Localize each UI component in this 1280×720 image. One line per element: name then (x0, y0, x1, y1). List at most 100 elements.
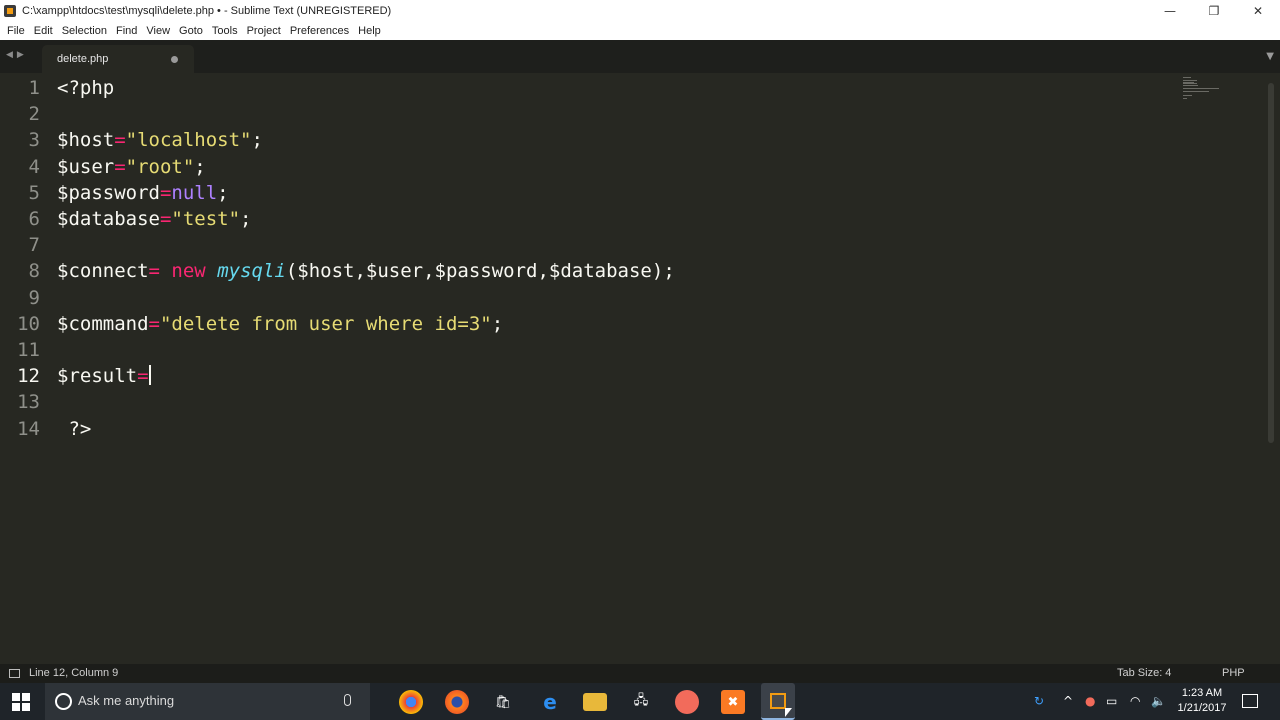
menu-file[interactable]: File (7, 25, 25, 37)
line-number: 3 (28, 129, 40, 152)
code-line[interactable]: $database="test"; (57, 208, 252, 230)
tab-nav-arrows-icon[interactable]: ◀▶ (6, 50, 28, 60)
window-controls: — ❐ ✕ (1148, 0, 1280, 22)
code-token: = (148, 260, 172, 283)
cursor-position: Line 12, Column 9 (29, 667, 119, 679)
minimize-button[interactable]: — (1148, 0, 1192, 22)
menu-find[interactable]: Find (116, 25, 137, 37)
minimap[interactable] (1183, 77, 1231, 99)
tab-delete-php[interactable]: delete.php (42, 45, 194, 73)
app-icon[interactable] (675, 690, 699, 714)
tab-dropdown-icon[interactable]: ▼ (1266, 51, 1274, 62)
code-token: "localhost" (125, 129, 252, 152)
code-token: = (159, 208, 172, 230)
tab-size-selector[interactable]: Tab Size: 4 (1117, 667, 1171, 679)
code-token: ; (240, 208, 252, 230)
mouse-cursor-icon (785, 708, 792, 717)
code-token: new (171, 260, 206, 283)
line-number: 4 (28, 155, 40, 178)
code-token: $command (57, 312, 149, 335)
clock-date: 1/21/2017 (1177, 702, 1227, 714)
code-token: ; (491, 312, 504, 335)
line-number: 5 (28, 181, 40, 204)
code-line[interactable]: $password=null; (57, 182, 229, 204)
menu-goto[interactable]: Goto (179, 25, 203, 37)
sublime-app-icon (4, 5, 16, 17)
code-line[interactable]: $result= (57, 365, 151, 387)
code-token: mysqli (217, 260, 286, 283)
menu-edit[interactable]: Edit (34, 25, 53, 37)
code-line[interactable]: $host="localhost"; (57, 129, 263, 151)
tab-bar: ◀▶ delete.php ▼ (0, 40, 1280, 73)
panel-toggle-icon[interactable] (9, 669, 20, 678)
tray-app-icon[interactable]: ● (1085, 694, 1095, 708)
restore-button[interactable]: ❐ (1192, 0, 1236, 22)
code-line[interactable]: $command="delete from user where id=3"; (57, 313, 503, 335)
code-token: ; (194, 155, 206, 178)
battery-icon[interactable]: ▭ (1106, 694, 1117, 708)
code-token: "delete from user where id=3" (159, 312, 492, 335)
text-cursor (148, 365, 151, 386)
notifications-icon[interactable] (1242, 694, 1258, 708)
code-token: ; (251, 129, 263, 152)
line-number: 8 (28, 260, 40, 283)
code-token: $user (57, 155, 115, 178)
line-number: 7 (28, 234, 40, 257)
tab-label: delete.php (57, 53, 109, 65)
code-token: ; (217, 181, 229, 204)
line-number: 10 (17, 312, 40, 335)
clock-time: 1:23 AM (1181, 687, 1223, 699)
vertical-scrollbar[interactable] (1268, 83, 1274, 443)
line-number: 14 (17, 417, 40, 440)
menu-tools[interactable]: Tools (212, 25, 238, 37)
menu-selection[interactable]: Selection (62, 25, 107, 37)
menu-preferences[interactable]: Preferences (290, 25, 349, 37)
windows-start-icon[interactable] (12, 693, 30, 711)
code-token: ($host,$user,$password,$database); (285, 260, 675, 283)
system-clock[interactable]: 1:23 AM 1/21/2017 (1172, 686, 1232, 716)
code-token: = (148, 312, 160, 335)
modified-dot-icon[interactable] (171, 56, 178, 63)
menu-project[interactable]: Project (247, 25, 281, 37)
window-title: C:\xampp\htdocs\test\mysqli\delete.php •… (22, 5, 392, 17)
code-token: = (114, 129, 126, 152)
line-number: 2 (28, 103, 40, 126)
code-token: "test" (171, 208, 241, 230)
volume-icon[interactable]: 🔈 (1151, 694, 1166, 708)
close-button[interactable]: ✕ (1236, 0, 1280, 22)
code-editor[interactable]: 1 2 3 4 5 6 7 8 9 10 11 12 13 14 <?php $host="localhos… (0, 73, 1280, 664)
code-token: = (159, 181, 172, 204)
code-line[interactable]: $connect= new mysqli($host,$user,$passwo… (57, 260, 675, 282)
line-number: 13 (17, 391, 40, 414)
code-token: $connect (57, 260, 149, 283)
store-icon[interactable]: 🛍 (491, 690, 515, 714)
edge-icon[interactable]: e (538, 690, 562, 714)
code-line[interactable]: $user="root"; (57, 156, 206, 178)
menu-help[interactable]: Help (358, 25, 381, 37)
firefox-icon[interactable] (445, 690, 469, 714)
microphone-icon[interactable] (344, 694, 351, 706)
line-number: 1 (28, 77, 40, 99)
xampp-icon[interactable]: ✖ (721, 690, 745, 714)
code-token: ?> (57, 417, 92, 440)
chrome-icon[interactable] (399, 690, 423, 714)
syntax-selector[interactable]: PHP (1222, 667, 1245, 679)
code-token: $password (57, 181, 160, 204)
code-line[interactable]: <?php (57, 77, 114, 99)
cortana-icon (55, 693, 72, 710)
code-token: $database (57, 208, 160, 230)
cortana-search-box[interactable]: Ask me anything (45, 683, 370, 720)
status-bar: Line 12, Column 9 Tab Size: 4 PHP (0, 664, 1280, 683)
line-number: 9 (28, 286, 40, 309)
code-token: <?php (57, 77, 115, 99)
tray-chevron-icon[interactable]: ^ (1063, 694, 1073, 708)
code-line[interactable]: ?> (57, 418, 91, 440)
update-icon[interactable]: ↻ (1034, 694, 1044, 708)
explorer-icon[interactable] (583, 693, 607, 711)
wifi-icon[interactable]: ◠ (1130, 694, 1140, 708)
network-app-icon[interactable]: 🖧 (629, 690, 653, 714)
menu-view[interactable]: View (146, 25, 170, 37)
code-token: $host (57, 129, 115, 152)
code-token: = (137, 365, 149, 388)
